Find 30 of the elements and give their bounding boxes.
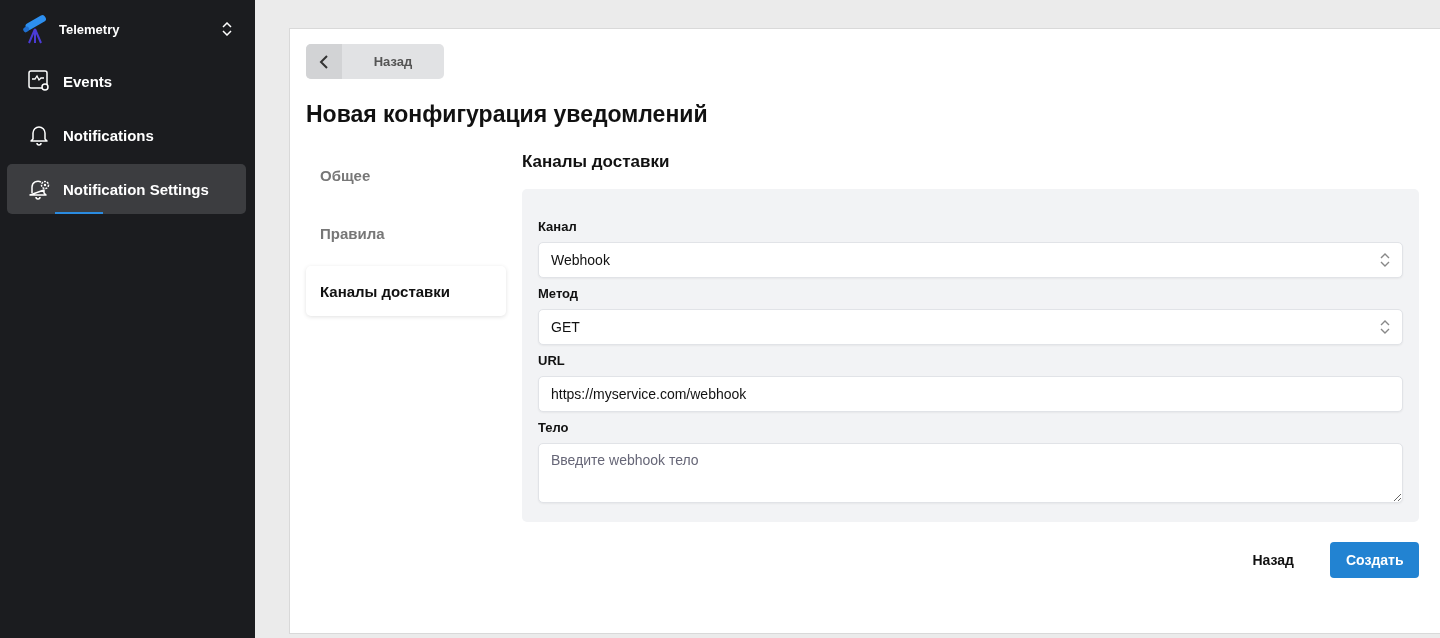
- select-field[interactable]: GET: [538, 309, 1403, 345]
- input-field[interactable]: https://myservice.com/webhook: [538, 376, 1403, 412]
- chart-monitor-icon: [27, 69, 51, 93]
- active-indicator: [55, 212, 103, 214]
- step-tab[interactable]: Правила: [306, 208, 506, 258]
- app-name: Telemetry: [59, 21, 121, 37]
- sidebar-item[interactable]: Events: [7, 56, 246, 106]
- section-title: Каналы доставки: [522, 151, 671, 173]
- chevron-updown-icon: [222, 22, 232, 36]
- telescope-icon: [21, 13, 49, 45]
- field-label: URL: [538, 353, 566, 368]
- bell-gear-icon: [27, 177, 51, 201]
- select-field[interactable]: Webhook: [538, 242, 1403, 278]
- step-tab[interactable]: Общее: [306, 150, 506, 200]
- sidebar-item[interactable]: Notification Settings: [7, 164, 246, 214]
- back-link-button[interactable]: Назад: [1236, 542, 1310, 578]
- step-tab[interactable]: Каналы доставки: [306, 266, 506, 316]
- field-label: Канал: [538, 219, 578, 234]
- sidebar-item[interactable]: Notifications: [7, 110, 246, 160]
- field-label: Метод: [538, 286, 580, 301]
- app-switcher[interactable]: Telemetry: [7, 8, 246, 52]
- field-label: Тело: [538, 420, 570, 435]
- chevron-updown-icon: [1380, 320, 1390, 334]
- text-area[interactable]: Введите webhook тело: [538, 443, 1403, 503]
- chevron-updown-icon: [1380, 253, 1390, 267]
- create-button[interactable]: Создать: [1330, 542, 1419, 578]
- chevron-left-icon: [319, 53, 329, 70]
- page-title: Новая конфигурация уведомлений: [306, 101, 709, 128]
- bell-icon: [27, 123, 51, 147]
- back-button[interactable]: Назад: [306, 44, 444, 79]
